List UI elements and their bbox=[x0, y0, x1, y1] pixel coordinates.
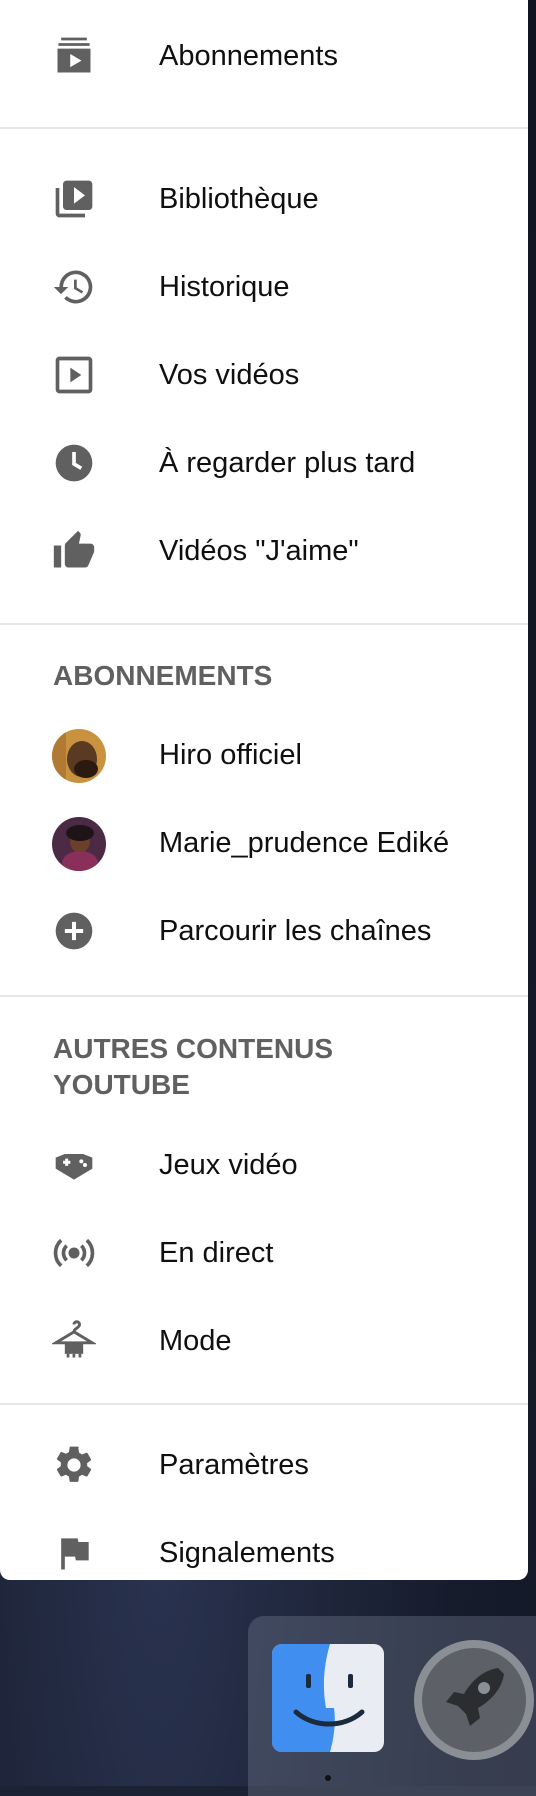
guide-item-liked-videos[interactable]: Vidéos "J'aime" bbox=[0, 507, 528, 595]
channel-avatar bbox=[52, 729, 106, 783]
app-running-indicator bbox=[325, 1775, 331, 1781]
launchpad-icon[interactable] bbox=[412, 1638, 536, 1762]
guide-item-report-history[interactable]: Signalements bbox=[0, 1509, 528, 1580]
guide-item-fashion[interactable]: Mode bbox=[0, 1297, 528, 1385]
liked-videos-icon bbox=[52, 529, 96, 573]
finder-icon[interactable] bbox=[272, 1644, 384, 1752]
subscription-item[interactable]: Hiro officiel bbox=[0, 711, 528, 799]
section-divider bbox=[0, 1403, 528, 1405]
guide-item-history[interactable]: Historique bbox=[0, 243, 528, 331]
guide-item-label: En direct bbox=[159, 1237, 274, 1269]
guide-item-label: Jeux vidéo bbox=[159, 1149, 298, 1181]
your-videos-icon bbox=[52, 353, 96, 397]
live-icon bbox=[52, 1231, 96, 1275]
guide-item-settings[interactable]: Paramètres bbox=[0, 1421, 528, 1509]
library-icon bbox=[52, 177, 96, 221]
channel-avatar bbox=[52, 817, 106, 871]
guide-item-your-videos[interactable]: Vos vidéos bbox=[0, 331, 528, 419]
guide-item-label: Abonnements bbox=[159, 40, 338, 72]
gaming-icon bbox=[52, 1143, 96, 1187]
section-title-subscriptions: ABONNEMENTS bbox=[53, 660, 273, 691]
watch-later-icon bbox=[52, 441, 96, 485]
channel-name: Hiro officiel bbox=[159, 739, 302, 771]
section-title-more: AUTRES CONTENUS YOUTUBE bbox=[53, 1033, 334, 1100]
channel-name: Marie_prudence Ediké bbox=[159, 827, 450, 859]
add-circle-icon bbox=[52, 909, 96, 953]
section-divider bbox=[0, 127, 528, 129]
guide-item-library[interactable]: Bibliothèque bbox=[0, 155, 528, 243]
history-icon bbox=[52, 265, 96, 309]
guide-item-label: Historique bbox=[159, 271, 290, 303]
youtube-guide-drawer: Abonnements Bibliothèque Historique Vos … bbox=[0, 0, 528, 1580]
subscription-item[interactable]: Marie_prudence Ediké bbox=[0, 799, 528, 887]
guide-item-label: Vos vidéos bbox=[159, 359, 300, 391]
guide-item-live[interactable]: En direct bbox=[0, 1209, 528, 1297]
guide-item-label: À regarder plus tard bbox=[159, 447, 416, 479]
guide-item-label: Vidéos "J'aime" bbox=[159, 535, 359, 567]
guide-item-label: Paramètres bbox=[159, 1449, 309, 1481]
guide-item-watch-later[interactable]: À regarder plus tard bbox=[0, 419, 528, 507]
section-divider bbox=[0, 995, 528, 997]
settings-icon bbox=[52, 1443, 96, 1487]
guide-item-gaming[interactable]: Jeux vidéo bbox=[0, 1121, 528, 1209]
flag-icon bbox=[52, 1531, 96, 1575]
guide-item-label: Mode bbox=[159, 1325, 232, 1357]
guide-item-label: Bibliothèque bbox=[159, 183, 319, 215]
fashion-hanger-icon bbox=[52, 1319, 96, 1363]
subscriptions-icon bbox=[52, 34, 96, 78]
guide-item-label: Signalements bbox=[159, 1537, 335, 1569]
section-divider bbox=[0, 623, 528, 625]
guide-item-browse-channels[interactable]: Parcourir les chaînes bbox=[0, 887, 528, 975]
guide-item-label: Parcourir les chaînes bbox=[159, 915, 432, 947]
guide-item-subscriptions[interactable]: Abonnements bbox=[0, 12, 528, 100]
